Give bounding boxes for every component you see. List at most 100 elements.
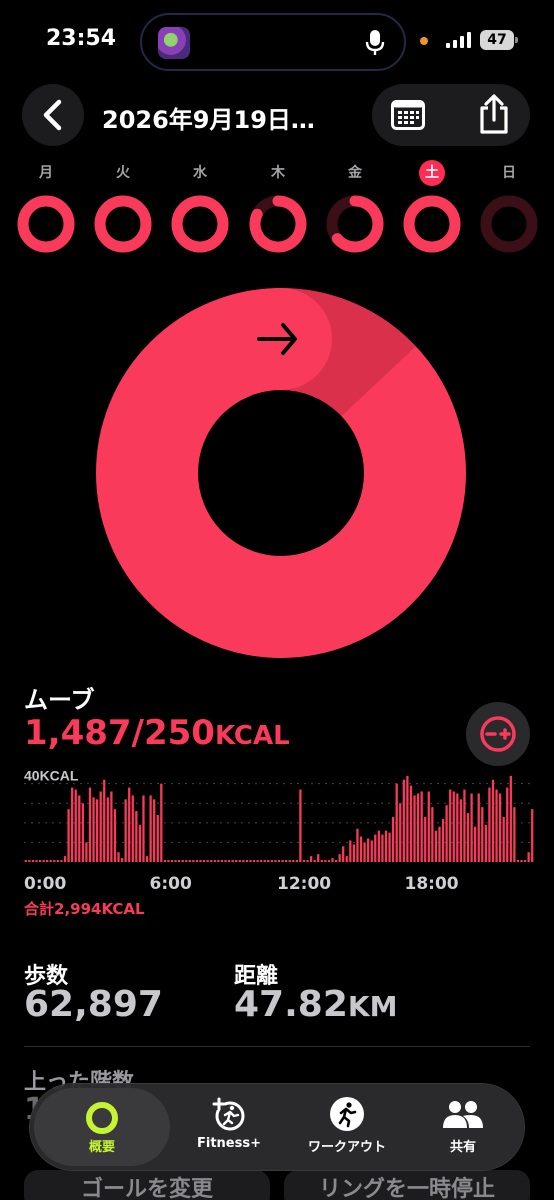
calendar-grid-icon bbox=[391, 100, 425, 130]
chart-bar bbox=[402, 779, 405, 862]
day-7[interactable]: 日 bbox=[479, 160, 539, 260]
change-goal-text-button[interactable]: ゴールを変更 bbox=[24, 1170, 270, 1200]
chart-bar bbox=[498, 793, 502, 862]
chart-bar bbox=[456, 793, 459, 862]
chart-bar bbox=[374, 834, 377, 862]
chart-bar bbox=[231, 860, 234, 863]
chart-bar bbox=[388, 832, 391, 863]
chart-bar bbox=[509, 775, 512, 862]
chart-bar bbox=[110, 791, 113, 862]
now-playing-artwork-icon bbox=[158, 27, 190, 59]
fitness-plus-icon bbox=[212, 1097, 245, 1131]
tab-sharing[interactable]: 共有 bbox=[406, 1084, 520, 1170]
chart-bar bbox=[170, 860, 174, 863]
day-3[interactable]: 水 bbox=[170, 160, 230, 260]
move-activity-ring[interactable] bbox=[96, 288, 466, 658]
page-title[interactable]: 2026年9月19日… bbox=[102, 100, 315, 135]
chart-bar bbox=[449, 789, 452, 862]
chart-bar bbox=[202, 860, 206, 863]
chart-bar bbox=[153, 799, 156, 862]
chart-bar bbox=[188, 860, 191, 863]
chart-bar bbox=[213, 860, 216, 863]
ring-actions: ゴールを変更 リングを一時停止 bbox=[24, 1170, 530, 1200]
back-button[interactable] bbox=[22, 84, 84, 146]
chart-bar bbox=[252, 860, 256, 863]
day-2[interactable]: 火 bbox=[93, 160, 153, 260]
day-ring-progress bbox=[94, 195, 152, 253]
chart-bar bbox=[295, 860, 298, 863]
chart-bar bbox=[95, 799, 99, 862]
chart-bar bbox=[502, 816, 505, 862]
day-5[interactable]: 金 bbox=[325, 160, 385, 260]
chart-bar bbox=[85, 842, 88, 862]
chart-xtick: 6:00 bbox=[149, 874, 192, 894]
chart-bar bbox=[56, 860, 60, 863]
summary-ring-icon bbox=[86, 1102, 118, 1134]
chart-bar bbox=[138, 824, 142, 862]
day-6[interactable]: 土 bbox=[402, 160, 462, 260]
day-ring-progress bbox=[171, 195, 229, 253]
chart-bar bbox=[342, 846, 345, 862]
dynamic-island[interactable] bbox=[140, 13, 406, 71]
sharing-people-icon bbox=[443, 1101, 483, 1128]
chart-bar bbox=[71, 787, 74, 862]
chart-bar bbox=[220, 860, 224, 863]
day-move-ring bbox=[249, 195, 307, 253]
chart-bar bbox=[352, 844, 356, 863]
chart-bar bbox=[331, 858, 334, 862]
share-button[interactable] bbox=[472, 92, 516, 136]
tab-summary[interactable]: 概要 bbox=[34, 1088, 170, 1166]
chart-bar bbox=[53, 860, 56, 863]
day-move-ring bbox=[403, 195, 461, 253]
day-4[interactable]: 木 bbox=[248, 160, 308, 260]
chart-bar bbox=[174, 860, 177, 863]
chart-bar bbox=[160, 783, 163, 862]
chart-bar bbox=[409, 785, 413, 863]
total-label: 合計 bbox=[24, 900, 55, 918]
chart-bar bbox=[399, 803, 402, 862]
chart-bar bbox=[466, 813, 470, 862]
chart-bar bbox=[317, 854, 320, 862]
chart-bar bbox=[195, 860, 199, 863]
chart-bar bbox=[452, 791, 455, 862]
chart-bar bbox=[484, 824, 487, 862]
chart-bar bbox=[38, 860, 42, 863]
day-label: 水 bbox=[193, 165, 207, 181]
tab-summary-label: 概要 bbox=[88, 1140, 115, 1155]
day-ring-progress bbox=[17, 195, 75, 253]
chart-bar bbox=[206, 860, 209, 863]
chart-bar bbox=[81, 803, 84, 862]
chart-bar bbox=[288, 860, 291, 863]
chart-bar bbox=[470, 793, 473, 862]
pause-rings-button[interactable]: リングを一時停止 bbox=[284, 1170, 530, 1200]
chart-bar bbox=[284, 860, 288, 863]
chart-bar bbox=[495, 789, 498, 862]
chart-xtick: 12:00 bbox=[277, 874, 332, 894]
day-label: 土 bbox=[419, 160, 445, 186]
chart-bar bbox=[178, 860, 181, 863]
chart-bar bbox=[35, 860, 38, 863]
chart-bar bbox=[142, 795, 145, 862]
chart-bar bbox=[245, 860, 249, 863]
tab-fitness-plus[interactable]: Fitness+ bbox=[170, 1084, 288, 1170]
tab-workout[interactable]: ワークアウト bbox=[288, 1084, 406, 1170]
tab-bar: 概要 Fitness+ ワークアウト 共有 bbox=[30, 1084, 524, 1170]
chart-bar bbox=[527, 852, 530, 862]
chart-bar bbox=[235, 860, 238, 863]
chart-bar bbox=[416, 793, 420, 862]
calendar-button[interactable] bbox=[388, 96, 428, 134]
status-time: 23:54 bbox=[46, 26, 117, 51]
chart-bar bbox=[299, 789, 302, 862]
chart-bar bbox=[349, 840, 352, 862]
change-goal-button[interactable] bbox=[466, 702, 530, 766]
chart-bar bbox=[256, 860, 259, 863]
chart-bar bbox=[227, 860, 231, 863]
day-move-ring bbox=[94, 195, 152, 253]
chart-bar bbox=[199, 860, 202, 863]
chart-bar bbox=[516, 860, 520, 863]
chart-bar bbox=[42, 860, 45, 863]
chart-bar bbox=[31, 860, 35, 863]
divider bbox=[24, 1046, 530, 1047]
day-1[interactable]: 月 bbox=[16, 160, 76, 260]
chart-bar bbox=[367, 838, 370, 862]
